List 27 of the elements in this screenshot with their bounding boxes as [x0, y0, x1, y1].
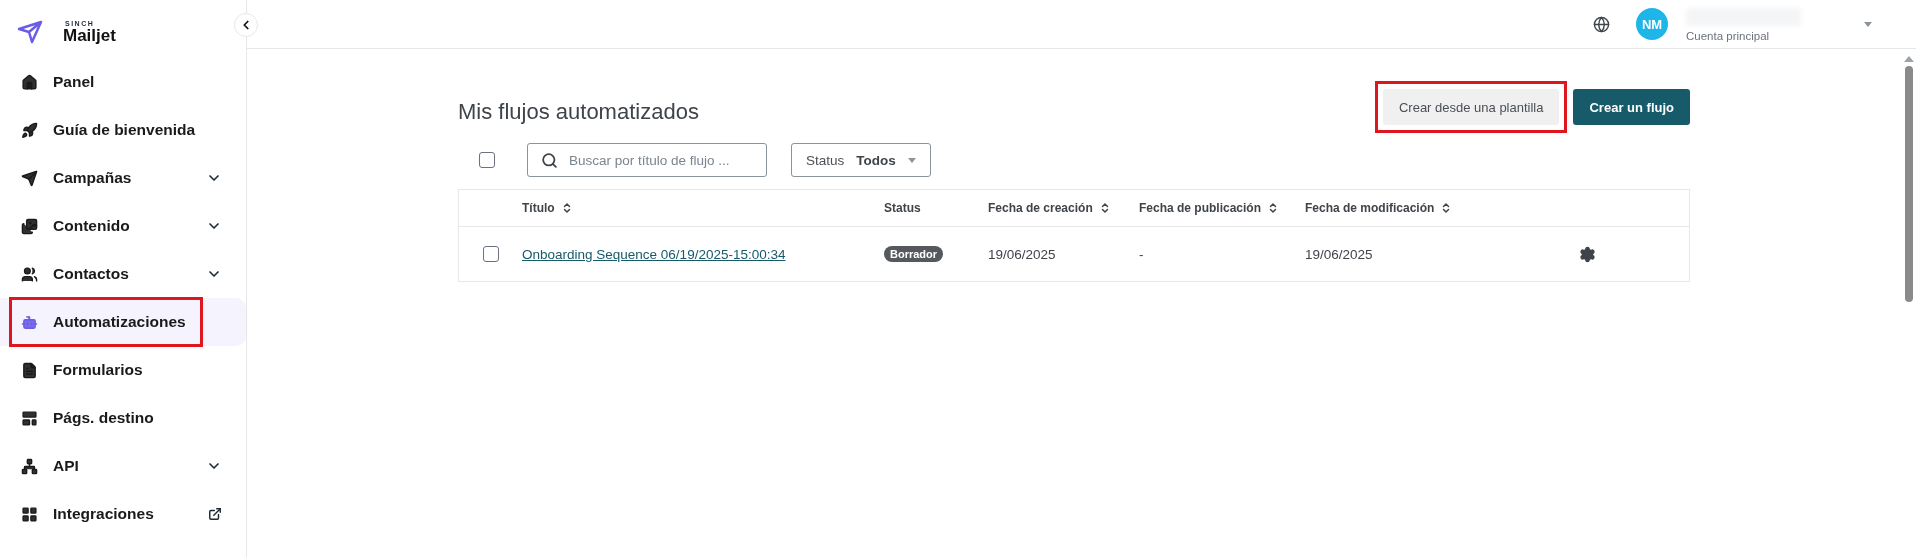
search-field[interactable]: Buscar por título de flujo ...	[527, 143, 767, 177]
sidebar-item[interactable]: Guía de bienvenida	[0, 106, 246, 154]
column-header: Status	[884, 201, 922, 215]
table-cell-text: 19/06/2025	[1305, 246, 1374, 262]
column-header[interactable]: Título	[522, 201, 884, 215]
sidebar-item[interactable]: Formularios	[0, 346, 246, 394]
status-badge: Borrador	[884, 246, 944, 262]
sidebar-item[interactable]: Integraciones	[0, 490, 246, 538]
column-header[interactable]: Fecha de modificación	[1305, 201, 1485, 215]
column-header[interactable]: Fecha de publicación	[1139, 201, 1305, 215]
sidebar-item[interactable]: Campañas	[0, 154, 246, 202]
column-header[interactable]: Fecha de creación	[988, 201, 1139, 215]
sidebar-item[interactable]: Panel	[0, 58, 246, 106]
flow-title-link[interactable]: Onboarding Sequence 06/19/2025-15:00:34	[522, 247, 786, 262]
table-cell-text: -	[1139, 246, 1145, 262]
sidebar-item[interactable]: Automatizaciones	[0, 298, 246, 346]
status-filter[interactable]: Status Todos	[791, 143, 931, 177]
brand-name: Mailjet	[63, 27, 116, 44]
sidebar-item[interactable]: Págs. destino	[0, 394, 246, 442]
sidebar-item[interactable]: API	[0, 442, 246, 490]
sidebar-item[interactable]: Contenido	[0, 202, 246, 250]
account-label: Cuenta principal	[1686, 30, 1771, 42]
table-cell-text: 19/06/2025	[988, 246, 1057, 262]
sidebar-item[interactable]: Contactos	[0, 250, 246, 298]
template-button[interactable]: Crear desde una plantilla	[1382, 89, 1560, 125]
page-title: Mis flujos automatizados	[458, 99, 699, 125]
create-flow-button[interactable]: Crear un flujo	[1573, 89, 1690, 125]
